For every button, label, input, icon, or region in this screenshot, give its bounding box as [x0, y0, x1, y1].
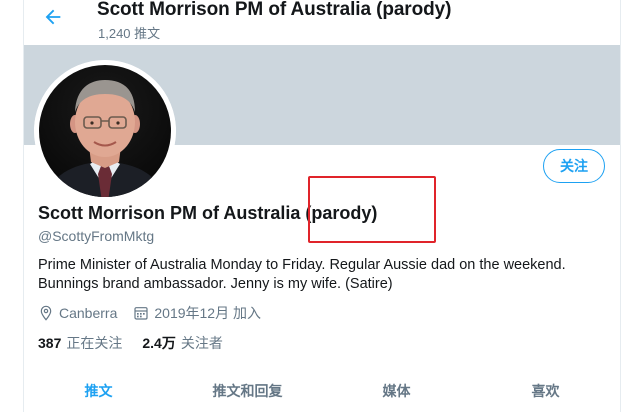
- location: Canberra: [38, 305, 117, 321]
- tab-tweets[interactable]: 推文: [24, 370, 173, 412]
- followers-link[interactable]: 2.4万 关注者: [142, 333, 222, 353]
- following-label: 正在关注: [66, 335, 123, 351]
- calendar-icon: [133, 305, 149, 321]
- join-date: 2019年12月 加入: [133, 303, 261, 323]
- followers-label: 关注者: [180, 335, 223, 351]
- back-arrow-icon: [42, 6, 64, 33]
- avatar[interactable]: [34, 60, 176, 202]
- follow-button[interactable]: 关注: [543, 149, 605, 183]
- back-button[interactable]: [38, 4, 68, 34]
- following-link[interactable]: 387 正在关注: [38, 333, 122, 353]
- following-count: 387: [38, 335, 62, 351]
- header-title: Scott Morrison PM of Australia (parody): [97, 0, 452, 20]
- join-date-text: 2019年12月 加入: [154, 305, 261, 321]
- profile-tabs: 推文 推文和回复 媒体 喜欢: [24, 370, 620, 412]
- profile-meta: Canberra 2019年12月 加入: [38, 303, 277, 323]
- location-pin-icon: [38, 305, 54, 321]
- followers-count: 2.4万: [142, 335, 176, 351]
- profile-name: Scott Morrison PM of Australia (parody): [38, 203, 378, 223]
- profile-bio: Prime Minister of Australia Monday to Fr…: [38, 257, 566, 292]
- location-text: Canberra: [59, 305, 118, 321]
- column-border-right: [620, 0, 621, 412]
- tweet-count: 1,240 推文: [98, 26, 161, 41]
- profile-header: Scott Morrison PM of Australia (parody) …: [24, 0, 620, 45]
- tab-media[interactable]: 媒体: [322, 370, 471, 412]
- profile-page: Scott Morrison PM of Australia (parody) …: [0, 0, 643, 412]
- profile-handle: @ScottyFromMktg: [38, 228, 155, 244]
- tab-tweets-and-replies[interactable]: 推文和回复: [173, 370, 322, 412]
- tab-likes[interactable]: 喜欢: [471, 370, 620, 412]
- follow-stats: 387 正在关注 2.4万 关注者: [38, 333, 243, 353]
